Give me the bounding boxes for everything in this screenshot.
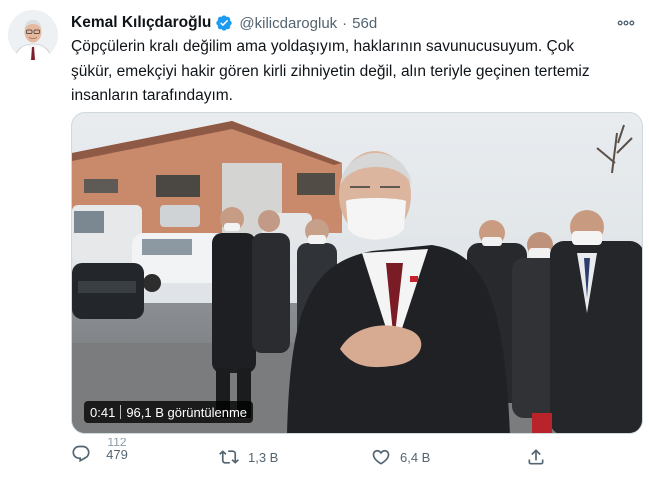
- tweet-text: Çöpçülerin kralı değilim ama yoldaşıyım,…: [71, 35, 631, 109]
- retweet-button[interactable]: 1,3 B: [219, 447, 278, 467]
- video-duration: 0:41: [90, 404, 116, 420]
- video-view-count: 96,1 B görüntülenme: [126, 404, 248, 420]
- verified-badge-icon: [215, 14, 233, 32]
- reply-count: 479: [106, 447, 128, 462]
- heart-icon: [371, 447, 391, 467]
- video-player[interactable]: 0:41 96,1 B görüntülenme: [71, 112, 643, 434]
- tweet-actions: 112 479 1,3 B 6,4 B: [71, 438, 631, 482]
- reply-icon: [71, 444, 91, 464]
- video-thumbnail: [72, 113, 642, 433]
- reply-count-previous: 112: [107, 438, 127, 447]
- more-icon[interactable]: [615, 13, 637, 33]
- user-handle[interactable]: @kilicdarogluk: [239, 15, 337, 32]
- video-info-pill: 0:41 96,1 B görüntülenme: [84, 401, 254, 423]
- tweet-text-line: Çöpçülerin kralı değilim ama yoldaşıyım,…: [71, 38, 575, 55]
- retweet-icon: [219, 447, 239, 467]
- user-name[interactable]: Kemal Kılıçdaroğlu: [71, 14, 211, 32]
- like-count: 6,4 B: [400, 449, 431, 465]
- reply-button[interactable]: 112 479: [71, 438, 128, 464]
- avatar[interactable]: [8, 10, 58, 60]
- tweet-text-line: insanların tarafındayım.: [71, 87, 233, 104]
- retweet-count: 1,3 B: [248, 449, 279, 465]
- share-icon: [526, 447, 546, 467]
- tweet-text-line: şükür, emekçiyi hakir gören kirli zihniy…: [71, 62, 590, 80]
- tweet-timestamp[interactable]: 56d: [352, 15, 377, 32]
- reply-count-stack: 112 479: [102, 438, 132, 462]
- tweet-header: Kemal Kılıçdaroğlu @kilicdarogluk · 56d: [71, 12, 639, 34]
- header-separator: ·: [342, 14, 348, 32]
- like-button[interactable]: 6,4 B: [371, 447, 430, 467]
- share-button[interactable]: [526, 447, 546, 467]
- tweet[interactable]: Kemal Kılıçdaroğlu @kilicdarogluk · 56d …: [0, 0, 649, 489]
